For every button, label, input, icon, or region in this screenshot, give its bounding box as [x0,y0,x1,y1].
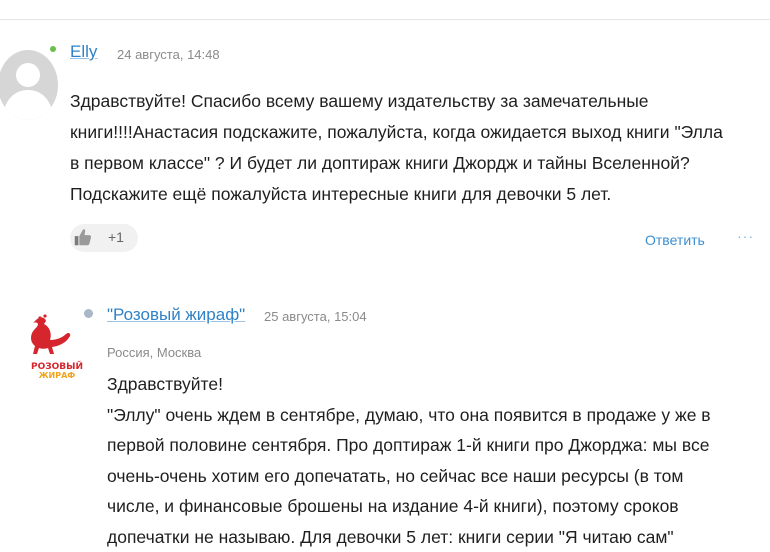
more-options-button[interactable]: ··· [737,228,754,244]
reply-button[interactable]: Ответить [645,232,705,248]
author-name[interactable]: "Розовый жираф" [107,305,245,325]
comment-line: Подскажите ещё пожалуйста интересные кни… [70,184,612,204]
online-status-dot [50,46,56,52]
comment-line: в первом классе" ? И будет ли доптираж к… [70,153,690,173]
pink-giraffe-logo-icon: РОЗОВЫЙ ЖИРАФ [31,314,83,380]
comment-date[interactable]: 24 августа, 14:48 [117,47,220,62]
default-avatar[interactable] [0,50,58,120]
comment-date[interactable]: 25 августа, 15:04 [264,309,367,324]
author-name[interactable]: Elly [70,42,97,62]
comment-line: "Эллу" очень ждем в сентябре, думаю, что… [107,404,711,425]
comment-line: первой половине сентября. Про доптираж 1… [107,435,710,455]
comment-line: Здравствуйте! [107,374,223,394]
comment-line: очень-очень хотим его допечатать, но сей… [107,465,684,486]
comment-text: Здравствуйте! Спасибо всему вашему издат… [70,86,760,210]
top-divider [0,19,770,20]
comment-line: книги!!!!Анастасия подскажите, пожалуйст… [70,122,723,142]
comment-line: числе, и финансовые брошены на издание 4… [107,496,679,516]
comment-text: Здравствуйте! "Эллу" очень ждем в сентяб… [107,369,762,552]
like-button[interactable]: +1 [70,224,138,252]
comment-line: допечатки не называю. Для девочки 5 лет:… [107,526,674,547]
user-silhouette-icon [2,63,54,120]
brand-logo[interactable]: РОЗОВЫЙ ЖИРАФ [24,310,90,380]
thumbs-up-icon [74,229,92,246]
logo-text-line2: ЖИРАФ [39,371,76,380]
like-count: +1 [108,229,124,245]
comment-line: Здравствуйте! Спасибо всему вашему издат… [70,91,649,111]
author-location: Россия, Москва [107,345,202,360]
status-dot [84,309,93,318]
